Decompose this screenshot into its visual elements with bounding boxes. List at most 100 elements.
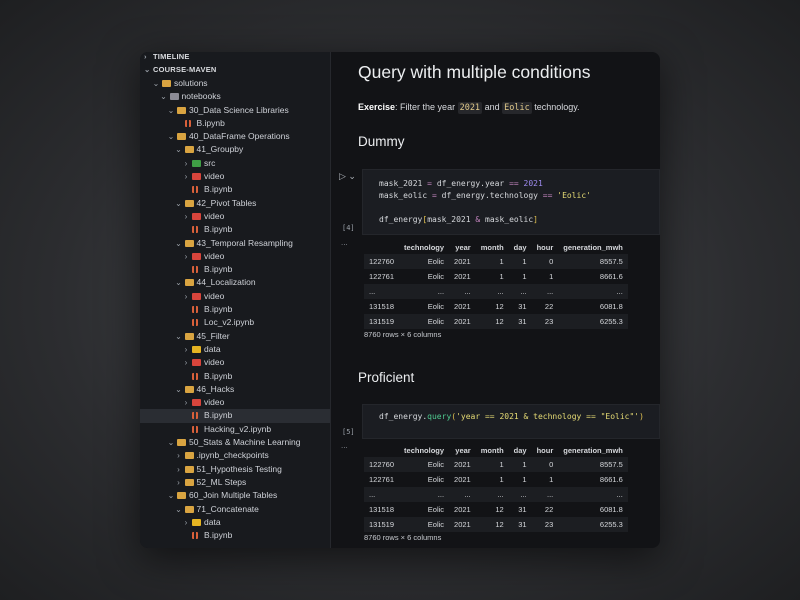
column-header: year [455, 445, 471, 455]
tree-item[interactable]: Loc_v2.ipynb [140, 316, 330, 329]
tree-item[interactable]: B.ipynb [140, 529, 330, 542]
table-cell: 12 [495, 317, 504, 326]
chevron-right-icon[interactable]: › [175, 476, 183, 489]
folder-icon [177, 106, 186, 114]
jupyter-file-icon [192, 306, 198, 314]
tree-item[interactable]: › video [140, 250, 330, 263]
chevron-right-icon[interactable]: › [182, 516, 190, 529]
chevron-down-icon[interactable]: ⌄ [175, 276, 183, 289]
run-cell-icon[interactable]: ▷ ⌄ [339, 171, 356, 182]
tree-item[interactable]: ⌄ 45_Filter [140, 330, 330, 343]
table-cell: 131519 [369, 520, 395, 529]
tree-item[interactable]: B.ipynb [140, 303, 330, 316]
folder-icon [184, 385, 194, 393]
table-cell: ... [464, 490, 471, 499]
table-cell: ... [547, 287, 554, 296]
code-cell-2[interactable]: df_energy.query('year == 2021 & technolo… [362, 404, 660, 439]
tree-item[interactable]: › src [140, 157, 330, 170]
tree-item[interactable]: ⌄ notebooks [140, 90, 330, 103]
folder-icon [177, 492, 186, 500]
chevron-right-icon[interactable]: › [182, 250, 190, 263]
tree-item[interactable]: ⌄ 41_Groupby [140, 143, 330, 156]
timeline-section[interactable]: › TIMELINE [140, 52, 330, 63]
table-cell: ... [547, 490, 554, 499]
chevron-right-icon[interactable]: › [182, 170, 190, 183]
table-shape: 8760 rows × 6 columns [364, 533, 442, 542]
folder-icon [162, 80, 171, 87]
code-cell-1[interactable]: mask_2021 = df_energy.year == 2021 mask_… [362, 169, 660, 235]
folder-icon [192, 345, 201, 353]
chevron-right-icon[interactable]: › [182, 210, 190, 223]
tree-item[interactable]: ⌄ 43_Temporal Resampling [140, 237, 330, 250]
tree-item[interactable]: › data [140, 343, 330, 356]
tree-item[interactable]: › video [140, 356, 330, 369]
chevron-down-icon[interactable]: ⌄ [175, 503, 183, 516]
chevron-down-icon[interactable]: ⌄ [152, 77, 160, 90]
table-cell: 1 [522, 460, 527, 469]
tree-item[interactable]: ⌄ 40_DataFrame Operations [140, 130, 330, 143]
jupyter-file-icon [192, 186, 198, 194]
tree-item[interactable]: Hacking_v2.ipynb [140, 423, 330, 436]
chevron-down-icon[interactable]: ⌄ [167, 104, 175, 117]
tree-item[interactable]: › data [140, 516, 330, 529]
tree-item[interactable]: › video [140, 170, 330, 183]
chevron-right-icon[interactable]: › [182, 157, 190, 170]
chevron-down-icon[interactable]: ⌄ [175, 143, 183, 156]
tree-item[interactable]: ⌄ 30_Data Science Libraries [140, 104, 330, 117]
table-cell: 31 [518, 520, 527, 529]
output-menu[interactable]: ... [341, 441, 348, 450]
table-cell: 122761 [369, 475, 395, 484]
tree-item[interactable]: › video [140, 290, 330, 303]
chevron-down-icon[interactable]: ⌄ [167, 489, 175, 502]
chevron-right-icon[interactable]: › [182, 396, 190, 409]
chevron-down-icon[interactable]: ⌄ [160, 90, 168, 103]
tree-item[interactable]: B.ipynb [140, 223, 330, 236]
table-shape: 8760 rows × 6 columns [364, 330, 442, 339]
tree-item[interactable]: › .ipynb_checkpoints [140, 449, 330, 462]
table-cell: 1 [522, 272, 527, 281]
tree-item[interactable]: › video [140, 210, 330, 223]
table-cell: 122760 [369, 460, 395, 469]
tree-item[interactable]: › 51_Hypothesis Testing [140, 463, 330, 476]
tree-item[interactable]: ⌄ solutions [140, 77, 330, 90]
chevron-right-icon[interactable]: › [182, 290, 190, 303]
chevron-right-icon[interactable]: › [175, 463, 183, 476]
tree-item[interactable]: ⌄ 50_Stats & Machine Learning [140, 436, 330, 449]
table-cell: 2021 [454, 505, 471, 514]
tree-item-label: Loc_v2.ipynb [204, 317, 255, 328]
table-cell: ... [520, 287, 527, 296]
tree-item[interactable]: ⌄ 71_Concatenate [140, 503, 330, 516]
tree-item[interactable]: B.ipynb [140, 117, 330, 130]
tree-item[interactable]: › 52_ML Steps [140, 476, 330, 489]
table-cell: Eolic [427, 272, 445, 281]
table-header: technology year month day hour generation_mwh [364, 240, 628, 254]
tree-item[interactable]: ⌄ 60_Join Multiple Tables [140, 489, 330, 502]
tree-item[interactable]: B.ipynb [140, 263, 330, 276]
chevron-right-icon[interactable]: › [182, 356, 190, 369]
chevron-down-icon[interactable]: ⌄ [175, 197, 183, 210]
table-cell: 2021 [454, 460, 471, 469]
tree-item[interactable]: B.ipynb [140, 183, 330, 196]
project-section[interactable]: ⌄ COURSE-MAVEN [140, 63, 330, 76]
output-menu[interactable]: ... [341, 238, 348, 247]
tree-item[interactable]: B.ipynb [140, 370, 330, 383]
chevron-right-icon[interactable]: › [175, 449, 183, 462]
tree-item-label: video [204, 210, 225, 221]
tree-item[interactable]: ⌄ 44_Localization [140, 276, 330, 289]
jupyter-file-icon [192, 266, 198, 274]
tree-item[interactable]: ⌄ 46_Hacks [140, 383, 330, 396]
tree-item[interactable]: B.ipynb [140, 409, 330, 423]
tree-item-label: video [204, 357, 225, 368]
chevron-down-icon[interactable]: ⌄ [175, 330, 183, 343]
tree-item[interactable]: ⌄ 42_Pivot Tables [140, 197, 330, 210]
output-table: technology year month day hour generation_mwh… [364, 443, 628, 532]
tree-item[interactable]: › video [140, 396, 330, 409]
chevron-down-icon[interactable]: ⌄ [167, 130, 175, 143]
chevron-right-icon[interactable]: › [182, 343, 190, 356]
chevron-down-icon[interactable]: ⌄ [167, 436, 175, 449]
output-table: technology year month day hour generation_mwh… [364, 240, 628, 329]
chevron-down-icon[interactable]: ⌄ [175, 237, 183, 250]
tree-item-label: 42_Pivot Tables [196, 197, 257, 208]
tree-item-label: 50_Stats & Machine Learning [189, 437, 301, 448]
chevron-down-icon[interactable]: ⌄ [175, 383, 183, 396]
